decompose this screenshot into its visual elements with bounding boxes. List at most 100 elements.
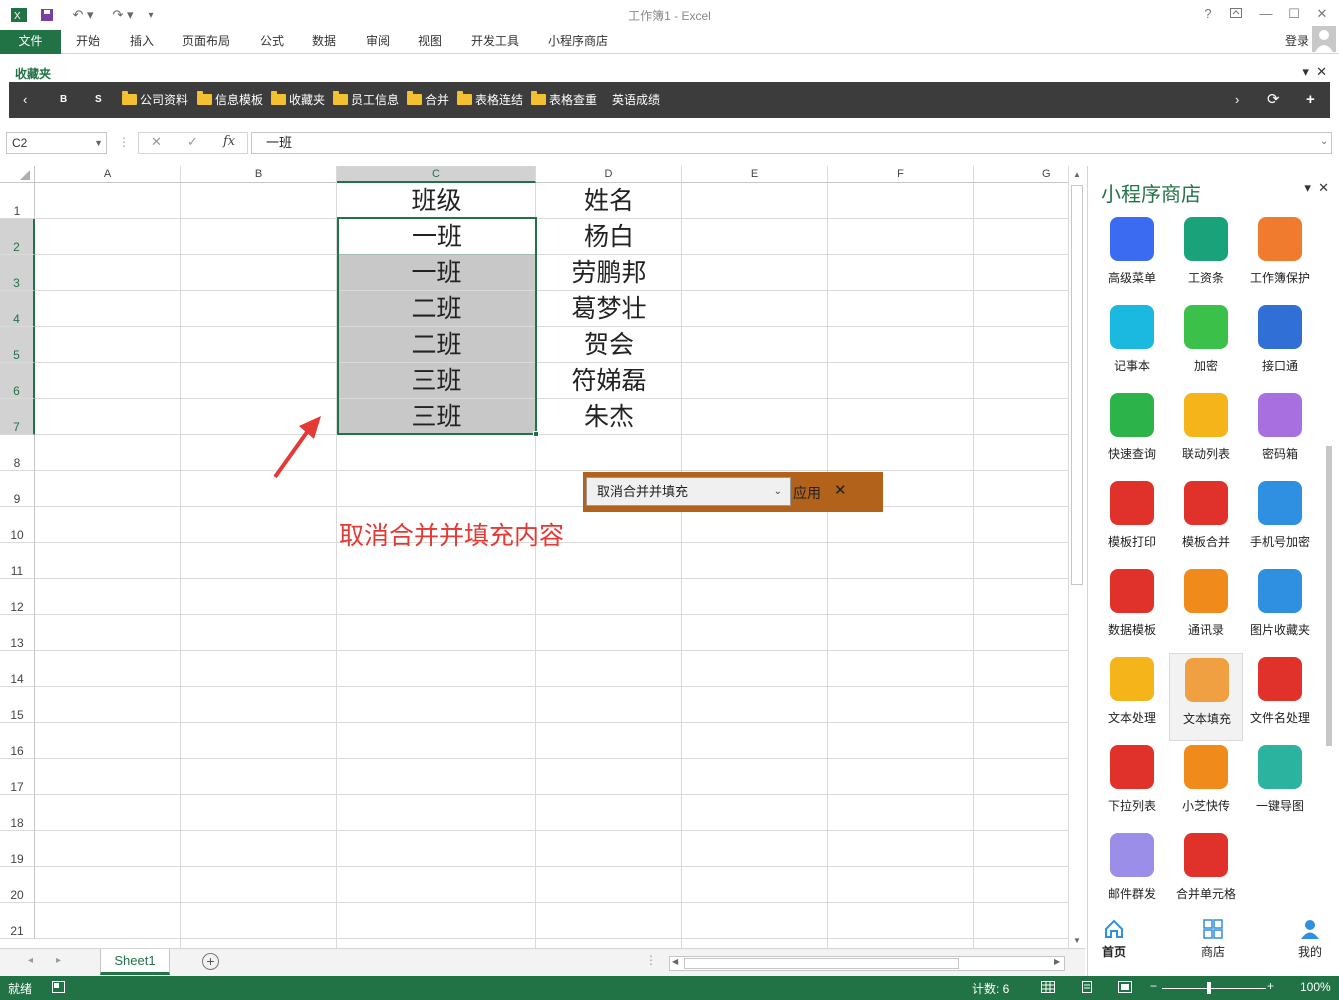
- fav-folder-dedupe[interactable]: 表格查重: [531, 82, 597, 118]
- row-header[interactable]: 9: [0, 471, 35, 507]
- cell-d3[interactable]: 劳鹏邦: [536, 255, 682, 291]
- row-header[interactable]: 14: [0, 651, 35, 687]
- login-link[interactable]: 登录: [1285, 32, 1309, 49]
- row-header[interactable]: 11: [0, 543, 35, 579]
- add-sheet-icon[interactable]: +: [202, 953, 219, 970]
- row-header[interactable]: 15: [0, 687, 35, 723]
- row-header[interactable]: 17: [0, 759, 35, 795]
- store-app[interactable]: 模板打印: [1095, 477, 1169, 565]
- chevron-right-icon[interactable]: ›: [1235, 82, 1239, 118]
- tab-page-layout[interactable]: 页面布局: [182, 30, 230, 54]
- fav-folder-table-link[interactable]: 表格连结: [457, 82, 523, 118]
- store-app[interactable]: 文本填充: [1169, 653, 1243, 741]
- tab-miniprogram-store[interactable]: 小程序商店: [548, 30, 608, 54]
- close-icon[interactable]: ✕: [1318, 180, 1329, 195]
- fav-nav-s[interactable]: S: [95, 82, 102, 118]
- favorites-controls[interactable]: ▾ ✕: [1302, 64, 1327, 80]
- worksheet-grid[interactable]: A B C D E F G 1 2 3 4 5 6 7 8 9 10 11 12…: [0, 166, 1068, 948]
- row-header[interactable]: 1: [0, 183, 35, 219]
- row-header[interactable]: 6: [0, 363, 35, 399]
- store-app[interactable]: 小芝快传: [1169, 741, 1243, 829]
- scroll-thumb[interactable]: [1071, 185, 1083, 585]
- store-app[interactable]: 记事本: [1095, 301, 1169, 389]
- tab-data[interactable]: 数据: [312, 30, 336, 54]
- store-app[interactable]: 图片收藏夹: [1243, 565, 1317, 653]
- tab-formulas[interactable]: 公式: [260, 30, 284, 54]
- normal-view-icon[interactable]: [1041, 981, 1055, 996]
- store-app[interactable]: 快速查询: [1095, 389, 1169, 477]
- nav-mine[interactable]: 我的: [1280, 918, 1339, 960]
- fav-folder-company[interactable]: 公司资料: [122, 82, 188, 118]
- expand-formula-icon[interactable]: ⌄: [1320, 136, 1328, 147]
- fill-mode-select[interactable]: 取消合并并填充 ⌄: [586, 477, 791, 506]
- sheet-tab-sheet1[interactable]: Sheet1: [100, 949, 170, 975]
- tab-view[interactable]: 视图: [418, 30, 442, 54]
- collapse-icon[interactable]: ▾: [1302, 64, 1309, 79]
- scroll-down-icon[interactable]: ▼: [1069, 936, 1085, 945]
- name-box[interactable]: C2 ▼: [6, 132, 107, 154]
- add-icon[interactable]: +: [1306, 82, 1315, 118]
- column-header-e[interactable]: E: [682, 166, 828, 183]
- store-app[interactable]: 通讯录: [1169, 565, 1243, 653]
- row-header[interactable]: 8: [0, 435, 35, 471]
- macro-record-icon[interactable]: [52, 981, 65, 996]
- split-handle-icon[interactable]: ⋮: [645, 953, 657, 967]
- store-controls[interactable]: ▾ ✕: [1304, 180, 1329, 196]
- tab-home[interactable]: 开始: [76, 30, 100, 54]
- store-app[interactable]: 邮件群发: [1095, 829, 1169, 917]
- tab-insert[interactable]: 插入: [130, 30, 154, 54]
- column-header-f[interactable]: F: [828, 166, 974, 183]
- tab-review[interactable]: 审阅: [366, 30, 390, 54]
- maximize-icon[interactable]: ☐: [1282, 4, 1306, 24]
- zoom-level[interactable]: 100%: [1300, 980, 1331, 994]
- page-break-icon[interactable]: [1118, 981, 1132, 996]
- fav-folder-merge[interactable]: 合并: [407, 82, 449, 118]
- cancel-icon[interactable]: ✕: [151, 134, 162, 150]
- row-header[interactable]: 5: [0, 327, 35, 363]
- store-app[interactable]: 下拉列表: [1095, 741, 1169, 829]
- store-app[interactable]: 工资条: [1169, 213, 1243, 301]
- column-header-g[interactable]: G: [974, 166, 1068, 183]
- collapse-icon[interactable]: ▾: [1304, 180, 1311, 195]
- row-header[interactable]: 19: [0, 831, 35, 867]
- close-icon[interactable]: ✕: [1316, 64, 1327, 79]
- store-app[interactable]: 一键导图: [1243, 741, 1317, 829]
- insert-function-icon[interactable]: fx: [223, 134, 235, 149]
- row-header[interactable]: 13: [0, 615, 35, 651]
- store-app[interactable]: 加密: [1169, 301, 1243, 389]
- store-app[interactable]: 高级菜单: [1095, 213, 1169, 301]
- row-header[interactable]: 21: [0, 903, 35, 939]
- tab-developer[interactable]: 开发工具: [471, 30, 519, 54]
- formula-input[interactable]: 一班: [251, 132, 1332, 154]
- zoom-slider[interactable]: [1162, 988, 1266, 989]
- sheet-next-icon[interactable]: ▸: [56, 955, 61, 966]
- cell-d7[interactable]: 朱杰: [536, 399, 682, 435]
- zoom-out-icon[interactable]: −: [1150, 979, 1157, 993]
- fav-folder-templates[interactable]: 信息模板: [197, 82, 263, 118]
- store-scrollbar[interactable]: [1325, 226, 1333, 896]
- scroll-up-icon[interactable]: ▲: [1069, 170, 1085, 179]
- cell-d2[interactable]: 杨白: [536, 219, 682, 255]
- horizontal-scrollbar[interactable]: ◀ ▶: [669, 956, 1065, 971]
- column-header-d[interactable]: D: [536, 166, 682, 183]
- scroll-left-icon[interactable]: ◀: [672, 957, 678, 966]
- zoom-slider-thumb[interactable]: [1207, 982, 1211, 994]
- store-app[interactable]: 数据模板: [1095, 565, 1169, 653]
- fav-folder-staff[interactable]: 员工信息: [333, 82, 399, 118]
- cell-d4[interactable]: 葛梦壮: [536, 291, 682, 327]
- store-app[interactable]: 合并单元格: [1169, 829, 1243, 917]
- row-header[interactable]: 3: [0, 255, 35, 291]
- nav-home[interactable]: 首页: [1084, 918, 1144, 960]
- nav-store[interactable]: 商店: [1183, 918, 1243, 960]
- scroll-thumb[interactable]: [684, 958, 959, 969]
- cell-d5[interactable]: 贺会: [536, 327, 682, 363]
- column-header-c[interactable]: C: [337, 166, 536, 183]
- cell-c1[interactable]: 班级: [337, 183, 536, 219]
- page-layout-icon[interactable]: [1080, 981, 1094, 996]
- cell-d6[interactable]: 符娣磊: [536, 363, 682, 399]
- fav-link-english-scores[interactable]: 英语成绩: [612, 82, 660, 118]
- refresh-icon[interactable]: ⟳: [1267, 82, 1280, 118]
- cell-c2-active[interactable]: 一班: [339, 219, 535, 255]
- row-header[interactable]: 18: [0, 795, 35, 831]
- row-header[interactable]: 10: [0, 507, 35, 543]
